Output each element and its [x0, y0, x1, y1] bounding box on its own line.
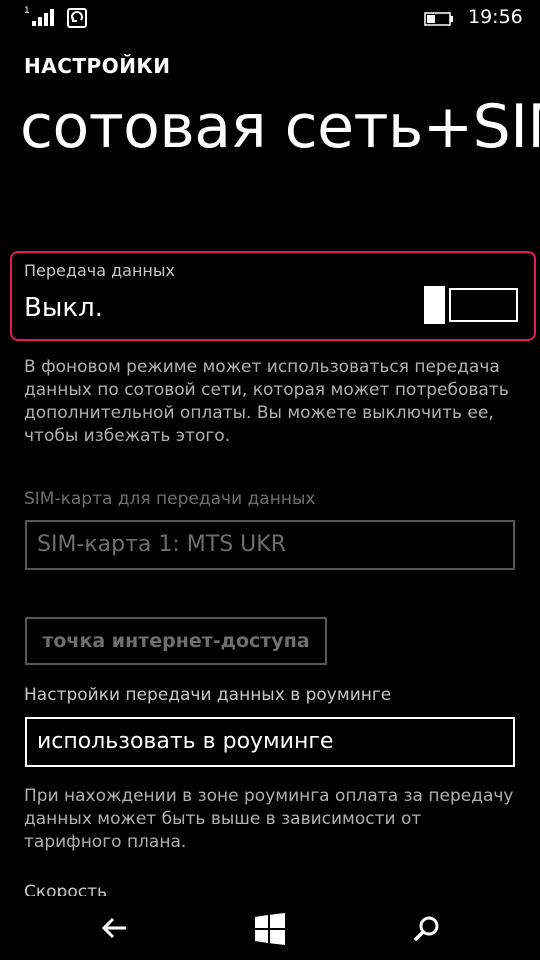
background-data-description: В фоновом режиме может использоваться пе…: [24, 357, 509, 446]
apn-button[interactable]: точка интернет-доступа: [25, 617, 327, 665]
signal-icon: [32, 9, 54, 26]
toggle-switch[interactable]: [424, 286, 518, 324]
data-connection-toggle[interactable]: Передача данных Выкл.: [10, 251, 536, 341]
status-bar: 1 19:56: [0, 0, 540, 36]
sim-for-data-label: SIM-карта для передачи данных: [24, 489, 316, 509]
data-connection-state: Выкл.: [24, 293, 103, 323]
roaming-settings-label: Настройки передачи данных в роуминге: [24, 685, 392, 705]
sync-icon: [67, 8, 87, 28]
windows-start-icon[interactable]: [253, 912, 287, 946]
app-title: НАСТРОЙКИ: [24, 54, 171, 78]
page-title: сотовая сеть+SIM: [20, 92, 540, 162]
roaming-description: При нахождении в зоне роуминга оплата за…: [24, 786, 514, 852]
navigation-bar: [0, 896, 540, 960]
data-connection-label: Передача данных: [24, 261, 175, 280]
clock: 19:56: [468, 6, 523, 28]
sim-number-indicator: 1: [24, 6, 30, 16]
back-arrow-icon[interactable]: [100, 912, 130, 944]
battery-icon: [424, 12, 453, 26]
roaming-select[interactable]: использовать в роуминге: [25, 717, 515, 767]
toggle-thumb: [424, 286, 445, 324]
search-icon[interactable]: [411, 914, 441, 944]
toggle-track: [449, 288, 518, 322]
settings-screen: 1 19:56 НАСТРОЙКИ сотовая сеть+SIM Перед…: [0, 0, 540, 960]
sim-for-data-select[interactable]: SIM-карта 1: MTS UKR: [25, 520, 515, 570]
